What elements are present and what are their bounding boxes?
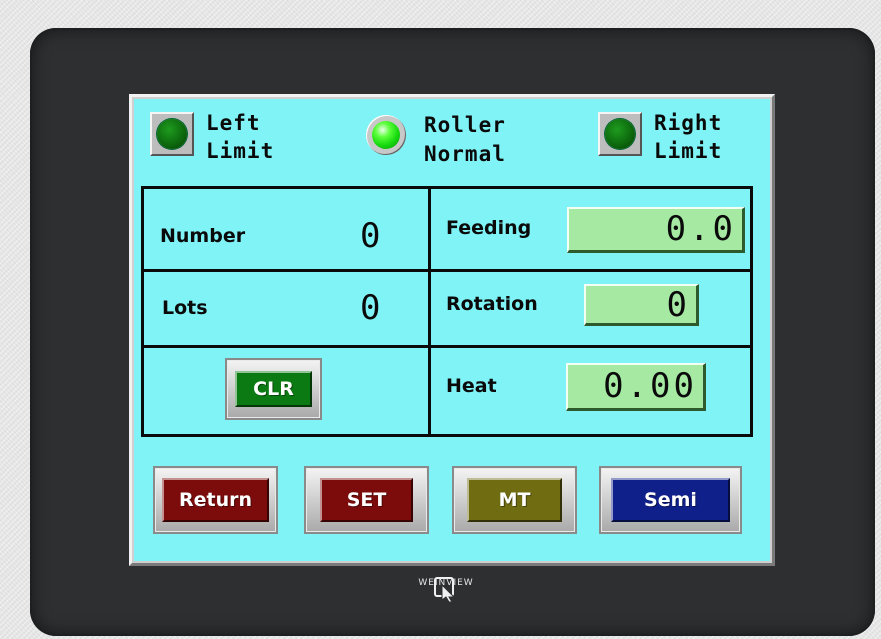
feeding-label: Feeding — [446, 217, 532, 239]
mt-button[interactable]: MT — [467, 478, 562, 522]
brand-label: WEINVIEW — [418, 578, 474, 588]
grid-center-divider — [428, 186, 431, 437]
return-button-frame: Return — [153, 466, 278, 534]
roller-label-line2: Normal — [424, 142, 506, 166]
grid-bottom-border — [141, 434, 753, 437]
clr-button[interactable]: CLR — [235, 371, 312, 407]
grid-row-divider-1 — [141, 269, 753, 272]
rotation-label: Rotation — [446, 293, 538, 315]
number-value: 0 — [360, 216, 385, 256]
grid-top-border — [141, 186, 753, 189]
number-label: Number — [160, 225, 246, 247]
left-limit-label-line1: Left — [206, 111, 261, 135]
lots-label: Lots — [162, 297, 208, 319]
left-limit-lamp-icon — [150, 112, 194, 156]
rotation-value-box[interactable]: 0 — [584, 284, 699, 326]
mt-button-frame: MT — [452, 466, 577, 534]
right-limit-label-line1: Right — [654, 111, 723, 135]
set-button-frame: SET — [304, 466, 429, 534]
semi-button-frame: Semi — [599, 466, 742, 534]
grid-left-border — [141, 186, 144, 437]
clr-button-frame: CLR — [225, 358, 322, 420]
lots-value: 0 — [360, 288, 385, 328]
roller-label-line1: Roller — [424, 113, 506, 137]
set-button[interactable]: SET — [320, 478, 413, 522]
heat-label: Heat — [446, 375, 497, 397]
hmi-screen: Left Limit Roller Normal Right Limit Num… — [134, 99, 770, 561]
semi-button[interactable]: Semi — [611, 478, 730, 522]
grid-row-divider-2 — [141, 345, 753, 348]
feeding-value-box[interactable]: 0.0 — [567, 207, 745, 253]
right-limit-label-line2: Limit — [654, 139, 723, 163]
return-button[interactable]: Return — [162, 478, 269, 522]
left-limit-label-line2: Limit — [206, 139, 275, 163]
heat-value-box[interactable]: 0.00 — [566, 363, 706, 411]
right-limit-lamp-icon — [598, 112, 642, 156]
grid-right-border — [750, 186, 753, 437]
roller-status-lamp-icon — [366, 115, 406, 155]
